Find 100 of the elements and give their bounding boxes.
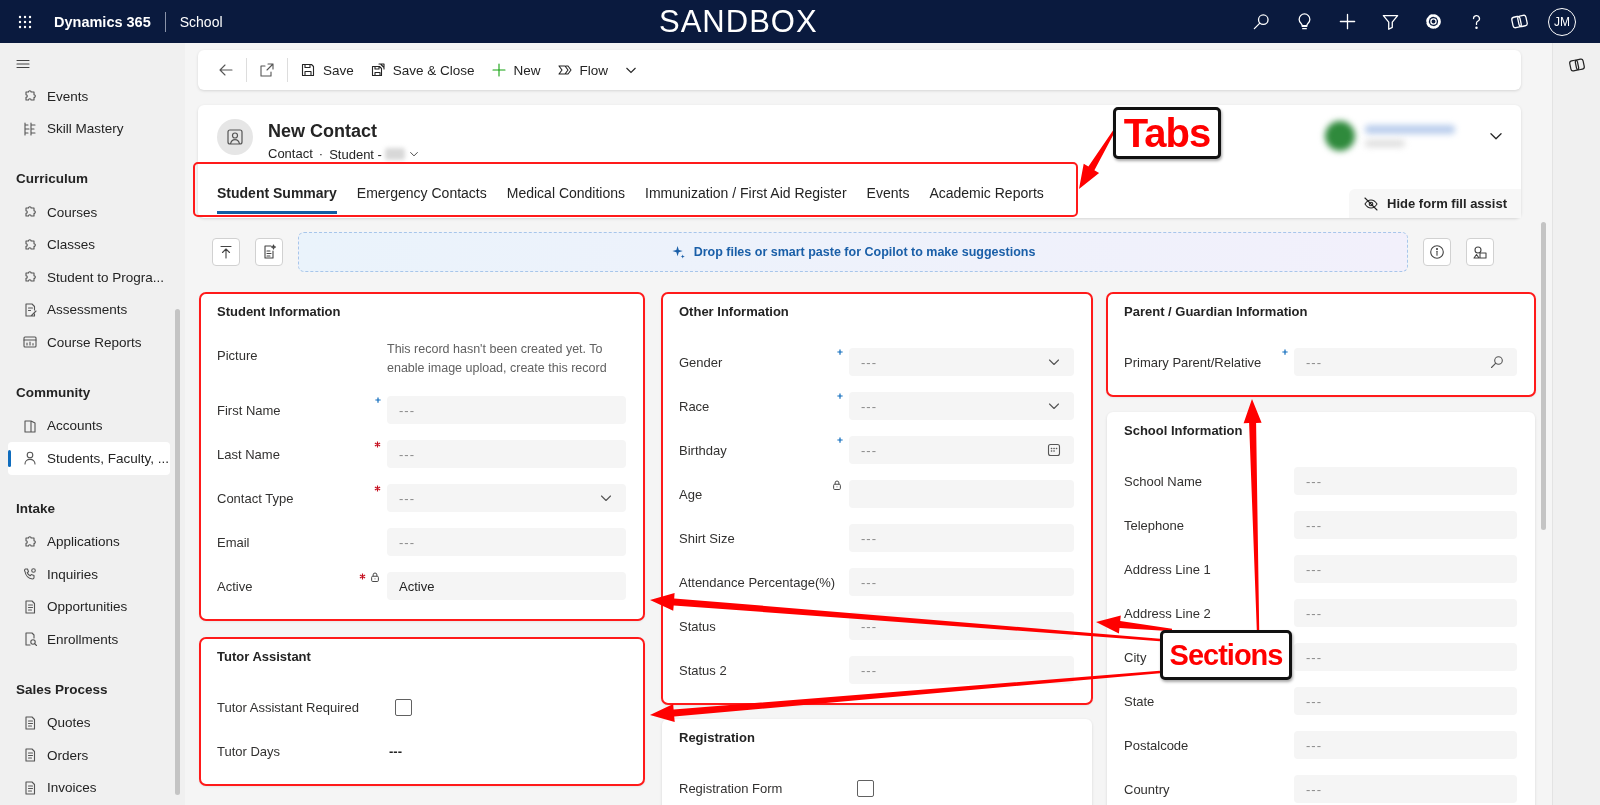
- shapes-icon: [1472, 244, 1488, 260]
- flow-button[interactable]: Flow: [548, 54, 648, 86]
- new-button[interactable]: New: [482, 54, 549, 86]
- field-label: First Name: [217, 402, 281, 418]
- nav-item[interactable]: Skill Mastery: [8, 112, 170, 145]
- nav-item[interactable]: Student to Progra...: [8, 261, 170, 294]
- nav-group-heading: Intake: [15, 499, 57, 518]
- environment-label: SANDBOX: [659, 2, 818, 41]
- field-label: Contact Type: [217, 490, 294, 506]
- info-text: This record hasn't been created yet. To enable image upload, create this record: [387, 342, 607, 375]
- hide-form-fill-assist-button[interactable]: Hide form fill assist: [1349, 189, 1521, 218]
- puzzle-icon: [22, 533, 38, 550]
- field-label: Registration Form: [679, 780, 783, 796]
- nav-item[interactable]: Course Reports: [8, 326, 170, 359]
- field-value: ---: [388, 743, 402, 759]
- field-label: Email: [217, 534, 250, 550]
- tab[interactable]: Academic Reports: [929, 166, 1044, 214]
- save-button[interactable]: Save: [292, 54, 362, 86]
- tab[interactable]: Events: [866, 166, 910, 214]
- info-button[interactable]: [1423, 238, 1451, 266]
- field-label: Shirt Size: [679, 530, 735, 546]
- flow-icon: [556, 62, 573, 78]
- nav-item[interactable]: Quotes: [8, 706, 170, 739]
- callout-label: Tabs: [1113, 107, 1221, 159]
- search-icon: [1489, 354, 1505, 370]
- settings-icon: [1423, 12, 1443, 31]
- open-in-new-window-icon: [259, 62, 275, 78]
- nav-item[interactable]: Events: [8, 80, 170, 113]
- nav-item[interactable]: Inquiries: [8, 558, 170, 591]
- filter-icon: [1380, 12, 1400, 31]
- arrow-up-to-line-icon: [218, 244, 234, 260]
- plus-icon: [1337, 12, 1357, 31]
- section-title: School Information: [1124, 422, 1244, 440]
- puzzle-icon: [22, 236, 38, 253]
- nav-item[interactable]: Invoices: [8, 771, 170, 804]
- nav-item[interactable]: Accounts: [8, 409, 170, 442]
- field-label: Race: [679, 398, 710, 414]
- field-label: Address Line 1: [1124, 561, 1211, 577]
- scroll-to-top-button[interactable]: [212, 238, 240, 266]
- nav-item[interactable]: Orders: [8, 739, 170, 772]
- field-label: Telephone: [1124, 517, 1184, 533]
- area-name[interactable]: School: [179, 13, 223, 30]
- nav-item[interactable]: Applications: [8, 525, 170, 558]
- field-label: Status 2: [679, 662, 727, 678]
- document-icon: [22, 779, 38, 796]
- nav-item[interactable]: Classes: [8, 228, 170, 261]
- blurred-avatar: [1325, 121, 1355, 151]
- nav-item[interactable]: Enrollments: [8, 623, 170, 656]
- back-arrow-icon: [218, 62, 234, 78]
- document-pen-icon: [22, 301, 38, 318]
- copilot-drop-zone[interactable]: Drop files or smart paste for Copilot to make suggestions: [298, 232, 1408, 272]
- field-label: Last Name: [217, 446, 280, 462]
- save-icon: [300, 62, 316, 78]
- field-label: State: [1124, 693, 1155, 709]
- section-title: Student Information: [217, 303, 342, 321]
- tab[interactable]: Medical Conditions: [506, 166, 626, 214]
- callout-label: Sections: [1160, 630, 1292, 680]
- field-label: Tutor Days: [217, 743, 281, 759]
- shapes-button[interactable]: [1466, 238, 1494, 266]
- section-title: Parent / Guardian Information: [1124, 303, 1309, 321]
- field-label: Picture: [217, 347, 258, 365]
- tab[interactable]: Student Summary: [217, 166, 337, 214]
- record-title: New Contact: [268, 120, 378, 142]
- field-label: Primary Parent/Relative: [1124, 354, 1262, 370]
- checkbox[interactable]: [857, 779, 874, 797]
- section-title: Tutor Assistant: [217, 648, 312, 666]
- field-label: Age: [679, 486, 703, 502]
- nav-group-heading: Sales Process: [15, 680, 109, 699]
- text-field[interactable]: Active: [387, 572, 626, 600]
- chart-icon: [22, 334, 38, 351]
- field-label: Attendance Percentage(%): [679, 574, 836, 590]
- tab[interactable]: Emergency Contacts: [356, 166, 487, 214]
- save-and-close-button[interactable]: Save & Close: [361, 54, 483, 86]
- tab[interactable]: Immunization / First Aid Register: [645, 166, 847, 214]
- field-label: School Name: [1124, 473, 1203, 489]
- form-selector[interactable]: Student -: [329, 146, 420, 162]
- document-search-icon: [22, 631, 38, 648]
- copilot-icon: [1509, 12, 1529, 31]
- form-fill-button[interactable]: [255, 238, 283, 266]
- list-icon: [22, 120, 38, 137]
- field-label: Status: [679, 618, 716, 634]
- nav-item[interactable]: Opportunities: [8, 590, 170, 623]
- nav-item[interactable]: Students, Faculty, ...: [8, 442, 170, 475]
- field-label: City: [1124, 649, 1147, 665]
- section-title: Other Information: [679, 303, 790, 321]
- checkbox[interactable]: [395, 698, 412, 716]
- contact-avatar-icon: [217, 119, 253, 155]
- search-icon: [1251, 12, 1271, 31]
- scrollbar-thumb[interactable]: [1541, 222, 1546, 530]
- nav-item[interactable]: Courses: [8, 196, 170, 229]
- field-label: Tutor Assistant Required: [217, 699, 359, 715]
- annotation-arrow: [1079, 130, 1115, 189]
- hidden-eye-icon: [1363, 195, 1380, 212]
- person-icon: [22, 450, 38, 467]
- scrollbar-thumb[interactable]: [175, 309, 180, 795]
- info-icon: [1429, 244, 1445, 260]
- calendar-icon: [1046, 442, 1062, 458]
- nav-item[interactable]: Assessments: [8, 293, 170, 326]
- separator-dot: ·: [318, 145, 324, 163]
- field-label: Country: [1124, 781, 1170, 797]
